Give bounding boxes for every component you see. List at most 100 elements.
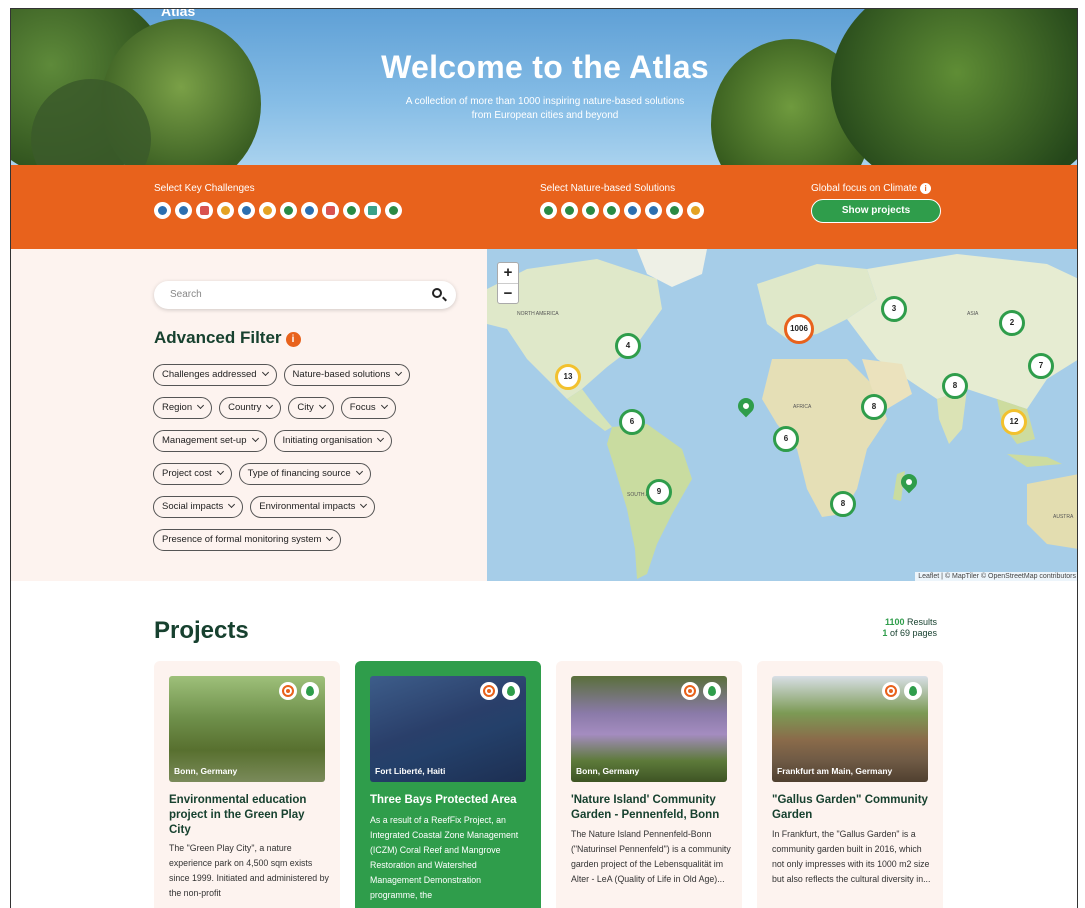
filter-monitoring-system[interactable]: Presence of formal monitoring system: [153, 529, 342, 551]
tree-recycle-icon[interactable]: [385, 202, 402, 219]
project-card[interactable]: Bonn, Germany 'Nature Island' Community …: [556, 661, 742, 908]
target-icon: [480, 682, 498, 700]
project-image[interactable]: Fort Liberté, Haiti: [370, 676, 526, 782]
filter-panel: Search Advanced Filter i Challenges addre…: [11, 249, 487, 581]
filter-social-impacts[interactable]: Social impacts: [153, 496, 244, 518]
water-drop-icon[interactable]: [175, 202, 192, 219]
filter-region[interactable]: Region: [153, 397, 213, 419]
project-location: Frankfurt am Main, Germany: [777, 766, 893, 776]
page-current: 1: [882, 628, 888, 638]
show-projects-button[interactable]: Show projects: [811, 199, 941, 223]
zoom-control: + −: [497, 262, 519, 304]
leaf-icon[interactable]: [624, 202, 641, 219]
hero-banner: Atlas Welcome to the Atlas A collection …: [11, 9, 1077, 165]
building-green-icon[interactable]: [666, 202, 683, 219]
filter-financing-source[interactable]: Type of financing source: [238, 463, 371, 485]
filter-environmental-impacts[interactable]: Environmental impacts: [250, 496, 376, 518]
building-icon[interactable]: [364, 202, 381, 219]
projects-heading: Projects: [154, 617, 249, 644]
key-challenges-label: Select Key Challenges: [154, 183, 255, 194]
project-image[interactable]: Bonn, Germany: [169, 676, 325, 782]
star-icon[interactable]: [196, 202, 213, 219]
project-card[interactable]: Bonn, Germany Environmental education pr…: [154, 661, 340, 908]
map-cluster[interactable]: 4: [615, 333, 641, 359]
map-cluster[interactable]: 1006: [784, 314, 814, 344]
filter-initiating-organisation[interactable]: Initiating organisation: [273, 430, 393, 452]
chevron-down-icon: [377, 434, 385, 443]
growth-chart-icon[interactable]: [343, 202, 360, 219]
project-card[interactable]: Frankfurt am Main, Germany "Gallus Garde…: [757, 661, 943, 908]
project-cards: Bonn, Germany Environmental education pr…: [154, 661, 943, 908]
project-card[interactable]: Fort Liberté, Haiti Three Bays Protected…: [355, 661, 541, 908]
project-badges: [480, 682, 520, 700]
map-cluster[interactable]: 6: [773, 426, 799, 452]
project-title[interactable]: "Gallus Garden" Community Garden: [772, 793, 932, 823]
chevron-down-icon: [360, 500, 368, 509]
chevron-down-icon: [326, 533, 334, 542]
project-description: The Nature Island Pennenfeld-Bonn ("Natu…: [571, 829, 731, 884]
chevron-down-icon: [266, 401, 274, 410]
map-label-north-america: NORTH AMERICA: [517, 311, 559, 317]
hero-subtitle: A collection of more than 1000 inspiring…: [11, 95, 1077, 123]
filter-project-cost[interactable]: Project cost: [153, 463, 232, 485]
target-icon: [882, 682, 900, 700]
project-title[interactable]: 'Nature Island' Community Garden - Penne…: [571, 793, 731, 823]
climate-focus: Global focus on Climate i: [811, 183, 932, 194]
project-title[interactable]: Environmental education project in the G…: [169, 793, 329, 838]
house-icon[interactable]: [540, 202, 557, 219]
map-cluster[interactable]: 6: [619, 409, 645, 435]
plant-icon[interactable]: [561, 202, 578, 219]
nbs-icons: [540, 202, 704, 219]
map-cluster[interactable]: 9: [646, 479, 672, 505]
search-input[interactable]: Search: [154, 281, 456, 309]
info-icon[interactable]: i: [285, 332, 301, 347]
water-waves-icon[interactable]: [645, 202, 662, 219]
challenge-filter-bar: Select Key Challenges Select Nature-base…: [11, 165, 1077, 249]
project-image[interactable]: Frankfurt am Main, Germany: [772, 676, 928, 782]
hero-title: Welcome to the Atlas: [381, 49, 709, 85]
map-cluster[interactable]: 8: [942, 373, 968, 399]
people-icon[interactable]: [301, 202, 318, 219]
filter-nature-based-solutions[interactable]: Nature-based solutions: [283, 364, 411, 386]
map-attribution[interactable]: Leaflet | © MapTiler © OpenStreetMap con…: [915, 572, 1077, 581]
garden-icon[interactable]: [582, 202, 599, 219]
map-cluster[interactable]: 3: [881, 296, 907, 322]
filter-challenges-addressed[interactable]: Challenges addressed: [153, 364, 277, 386]
map-cluster[interactable]: 13: [555, 364, 581, 390]
zoom-out-button[interactable]: −: [498, 283, 518, 303]
landscape-icon[interactable]: [259, 202, 276, 219]
cloud-icon[interactable]: [154, 202, 171, 219]
atlas-logo[interactable]: Atlas: [161, 9, 195, 19]
project-badges: [681, 682, 721, 700]
filter-country[interactable]: Country: [219, 397, 282, 419]
chevron-down-icon: [228, 500, 236, 509]
map-cluster[interactable]: 8: [830, 491, 856, 517]
projects-map[interactable]: + − NORTH AMERICA AFRICA ASIA SOUTH A AU…: [487, 249, 1077, 581]
page-label: of 69 pages: [889, 628, 937, 638]
project-location: Fort Liberté, Haiti: [375, 766, 446, 776]
project-title[interactable]: Three Bays Protected Area: [370, 793, 530, 808]
filter-focus[interactable]: Focus: [340, 397, 396, 419]
heat-icon[interactable]: [217, 202, 234, 219]
map-cluster[interactable]: 8: [861, 394, 887, 420]
map-label-africa: AFRICA: [793, 404, 812, 410]
recycle-icon[interactable]: [280, 202, 297, 219]
zoom-in-button[interactable]: +: [498, 263, 518, 283]
map-cluster[interactable]: 2: [999, 310, 1025, 336]
info-icon[interactable]: i: [920, 183, 932, 194]
project-image[interactable]: Bonn, Germany: [571, 676, 727, 782]
chevron-down-icon: [355, 467, 363, 476]
map-cluster[interactable]: 7: [1028, 353, 1054, 379]
foliage-right: [831, 9, 1077, 165]
leaf-icon: [301, 682, 319, 700]
globe-icon[interactable]: [238, 202, 255, 219]
filter-management-setup[interactable]: Management set-up: [153, 430, 267, 452]
filter-city[interactable]: City: [288, 397, 334, 419]
map-cluster[interactable]: 12: [1001, 409, 1027, 435]
park-icon[interactable]: [603, 202, 620, 219]
world-map-land: [487, 249, 1077, 579]
search-icon[interactable]: [432, 288, 442, 298]
project-description: The "Green Play City", a nature experien…: [169, 843, 329, 898]
urban-icon[interactable]: [687, 202, 704, 219]
heart-icon[interactable]: [322, 202, 339, 219]
